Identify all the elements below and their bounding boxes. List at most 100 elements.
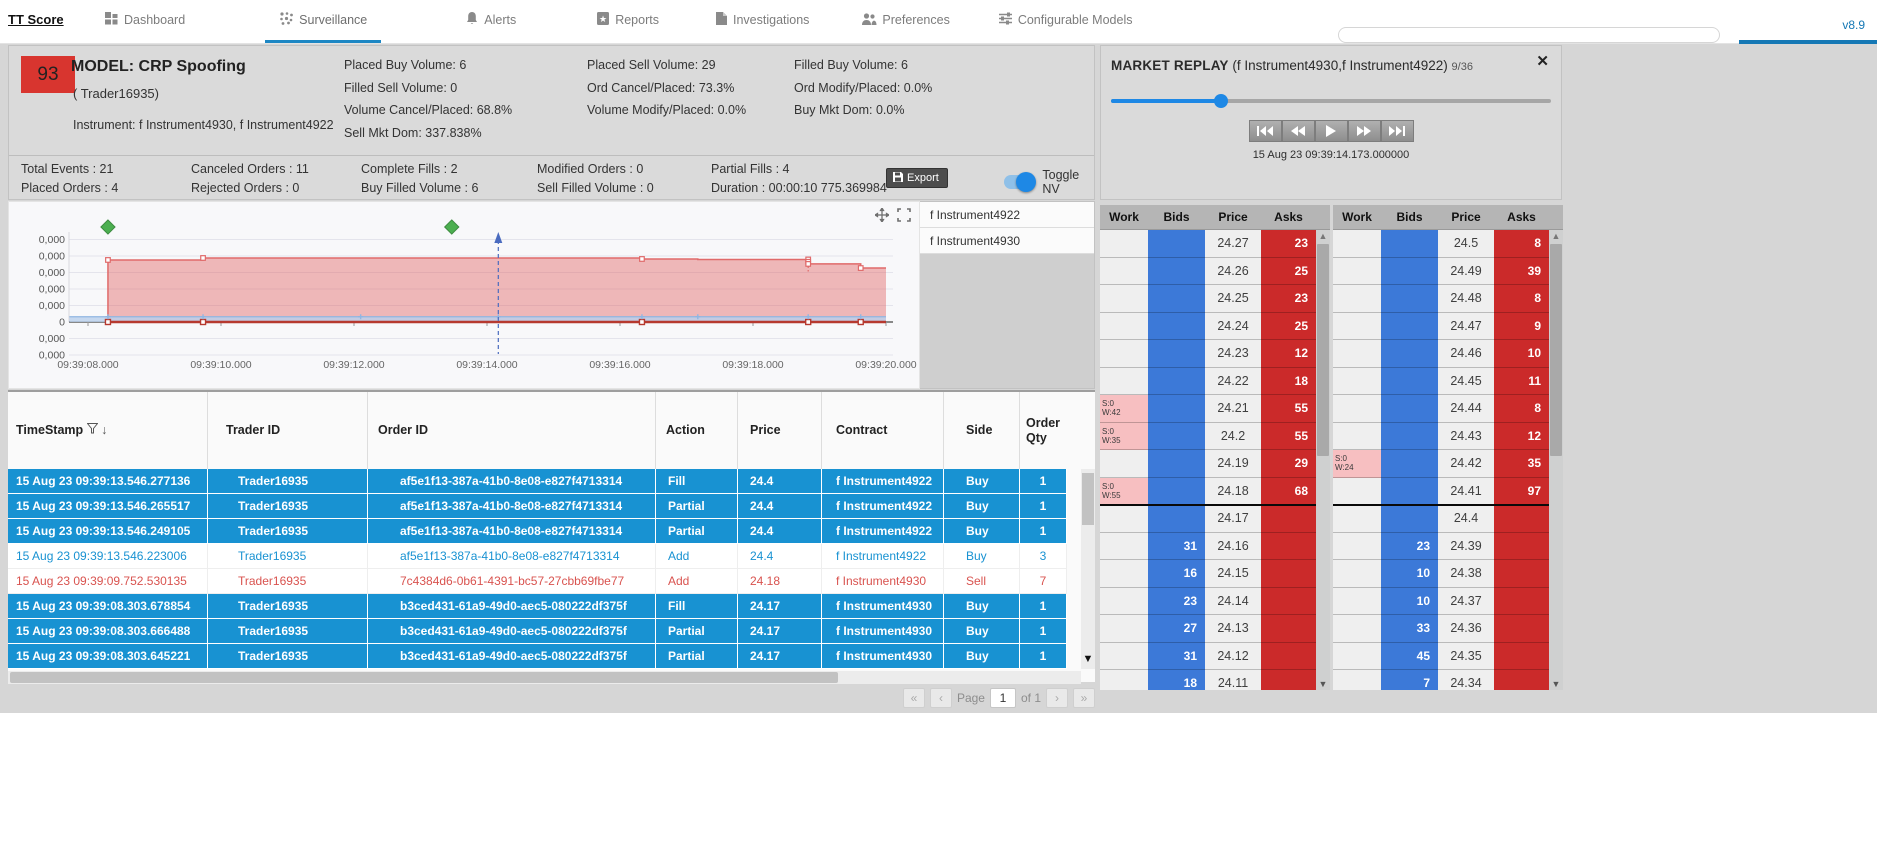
price-cell[interactable]: 24.25 xyxy=(1205,285,1261,313)
table-row[interactable]: 15 Aug 23 09:39:13.546.249105Trader16935… xyxy=(8,519,1067,544)
filter-icon[interactable] xyxy=(87,423,98,438)
tab-preferences[interactable]: Preferences xyxy=(847,0,963,43)
dom-scrollbar[interactable]: ▲▼ xyxy=(1549,230,1563,690)
price-cell[interactable]: 24.11 xyxy=(1205,670,1261,690)
scrollbar-thumb[interactable] xyxy=(1317,244,1329,456)
bid-cell[interactable]: 33 xyxy=(1381,615,1438,643)
bid-cell[interactable] xyxy=(1381,313,1438,341)
dom-row[interactable]: 24.448 xyxy=(1333,395,1549,423)
dom-row[interactable]: S:0W:3524.255 xyxy=(1100,423,1316,451)
scroll-up-icon[interactable]: ▲ xyxy=(1549,231,1563,241)
ask-cell[interactable]: 68 xyxy=(1261,478,1316,506)
ask-cell[interactable] xyxy=(1494,505,1549,533)
bid-cell[interactable] xyxy=(1381,340,1438,368)
bid-cell[interactable]: 23 xyxy=(1381,533,1438,561)
tab-investigations[interactable]: Investigations xyxy=(701,0,823,43)
dom-row[interactable]: 24.58 xyxy=(1333,230,1549,258)
ask-cell[interactable]: 55 xyxy=(1261,395,1316,423)
dom-row[interactable]: 3124.12 xyxy=(1100,643,1316,671)
dom-row[interactable]: 1024.38 xyxy=(1333,560,1549,588)
bid-cell[interactable]: 23 xyxy=(1148,588,1205,616)
dom-row[interactable]: 24.4 xyxy=(1333,505,1549,533)
price-cell[interactable]: 24.37 xyxy=(1438,588,1494,616)
bid-cell[interactable] xyxy=(1381,368,1438,396)
dom-row[interactable]: 24.488 xyxy=(1333,285,1549,313)
bid-cell[interactable] xyxy=(1381,285,1438,313)
col-side[interactable]: Side xyxy=(944,392,1020,469)
dom-row[interactable]: 24.2425 xyxy=(1100,313,1316,341)
dom-row[interactable]: 724.34 xyxy=(1333,670,1549,690)
price-cell[interactable]: 24.15 xyxy=(1205,560,1261,588)
dom-row[interactable]: S:0W:4224.2155 xyxy=(1100,395,1316,423)
ask-cell[interactable]: 12 xyxy=(1261,340,1316,368)
bid-cell[interactable]: 27 xyxy=(1148,615,1205,643)
bid-cell[interactable] xyxy=(1148,450,1205,478)
price-cell[interactable]: 24.39 xyxy=(1438,533,1494,561)
scroll-down-icon[interactable]: ▼ xyxy=(1549,679,1563,689)
price-cell[interactable]: 24.24 xyxy=(1205,313,1261,341)
price-cell[interactable]: 24.14 xyxy=(1205,588,1261,616)
ask-cell[interactable] xyxy=(1261,533,1316,561)
col-timestamp[interactable]: TimeStamp ↓ xyxy=(8,392,208,469)
dom-row[interactable]: S:0W:5524.1868 xyxy=(1100,478,1316,506)
price-cell[interactable]: 24.47 xyxy=(1438,313,1494,341)
dom-row[interactable]: 24.1929 xyxy=(1100,450,1316,478)
price-cell[interactable]: 24.34 xyxy=(1438,670,1494,690)
bid-cell[interactable] xyxy=(1148,340,1205,368)
bid-cell[interactable] xyxy=(1381,258,1438,286)
price-cell[interactable]: 24.13 xyxy=(1205,615,1261,643)
bid-cell[interactable] xyxy=(1148,478,1205,506)
dom-row[interactable]: 1624.15 xyxy=(1100,560,1316,588)
dom-row[interactable]: 1024.37 xyxy=(1333,588,1549,616)
ask-cell[interactable]: 25 xyxy=(1261,313,1316,341)
dom-row[interactable]: 2324.39 xyxy=(1333,533,1549,561)
ask-cell[interactable]: 29 xyxy=(1261,450,1316,478)
table-vertical-scrollbar[interactable]: ▼ xyxy=(1081,469,1095,669)
bid-cell[interactable]: 10 xyxy=(1381,588,1438,616)
tab-reports[interactable]: ★ Reports xyxy=(582,0,673,43)
bid-cell[interactable] xyxy=(1381,505,1438,533)
table-row[interactable]: 15 Aug 23 09:39:09.752.530135Trader16935… xyxy=(8,569,1067,594)
ask-cell[interactable]: 39 xyxy=(1494,258,1549,286)
ask-cell[interactable] xyxy=(1261,670,1316,690)
bid-cell[interactable] xyxy=(1148,230,1205,258)
price-cell[interactable]: 24.22 xyxy=(1205,368,1261,396)
dom-row[interactable]: 24.4197 xyxy=(1333,478,1549,506)
ask-cell[interactable]: 25 xyxy=(1261,258,1316,286)
next-page-button[interactable]: › xyxy=(1046,688,1068,708)
price-cell[interactable]: 24.19 xyxy=(1205,450,1261,478)
bid-cell[interactable] xyxy=(1148,395,1205,423)
bid-cell[interactable] xyxy=(1148,368,1205,396)
tab-alerts[interactable]: Alerts xyxy=(451,0,530,43)
table-row[interactable]: 15 Aug 23 09:39:13.546.223006Trader16935… xyxy=(8,544,1067,569)
ask-cell[interactable]: 12 xyxy=(1494,423,1549,451)
bid-cell[interactable]: 31 xyxy=(1148,643,1205,671)
dom-row[interactable]: 2724.13 xyxy=(1100,615,1316,643)
price-cell[interactable]: 24.44 xyxy=(1438,395,1494,423)
ask-cell[interactable] xyxy=(1494,615,1549,643)
ask-cell[interactable] xyxy=(1494,670,1549,690)
price-cell[interactable]: 24.43 xyxy=(1438,423,1494,451)
price-cell[interactable]: 24.26 xyxy=(1205,258,1261,286)
page-number-input[interactable] xyxy=(990,688,1016,708)
dom-row[interactable]: 24.2312 xyxy=(1100,340,1316,368)
scrollbar-thumb[interactable] xyxy=(1550,244,1562,456)
dom-row[interactable]: 24.17 xyxy=(1100,505,1316,533)
dom-row[interactable]: S:0W:2424.4235 xyxy=(1333,450,1549,478)
dom-row[interactable]: 2324.14 xyxy=(1100,588,1316,616)
replay-slider[interactable] xyxy=(1111,94,1551,108)
bid-cell[interactable] xyxy=(1148,423,1205,451)
bid-cell[interactable]: 18 xyxy=(1148,670,1205,690)
ask-cell[interactable]: 23 xyxy=(1261,285,1316,313)
play-button[interactable] xyxy=(1315,120,1348,142)
scroll-down-icon[interactable]: ▼ xyxy=(1081,653,1095,665)
ask-cell[interactable] xyxy=(1261,560,1316,588)
rewind-button[interactable] xyxy=(1282,120,1315,142)
price-cell[interactable]: 24.21 xyxy=(1205,395,1261,423)
col-action[interactable]: Action xyxy=(656,392,738,469)
dom-row[interactable]: 1824.11 xyxy=(1100,670,1316,690)
pan-icon[interactable] xyxy=(875,208,889,227)
fast-forward-button[interactable] xyxy=(1348,120,1381,142)
sort-desc-icon[interactable]: ↓ xyxy=(101,423,107,438)
ask-cell[interactable]: 8 xyxy=(1494,230,1549,258)
